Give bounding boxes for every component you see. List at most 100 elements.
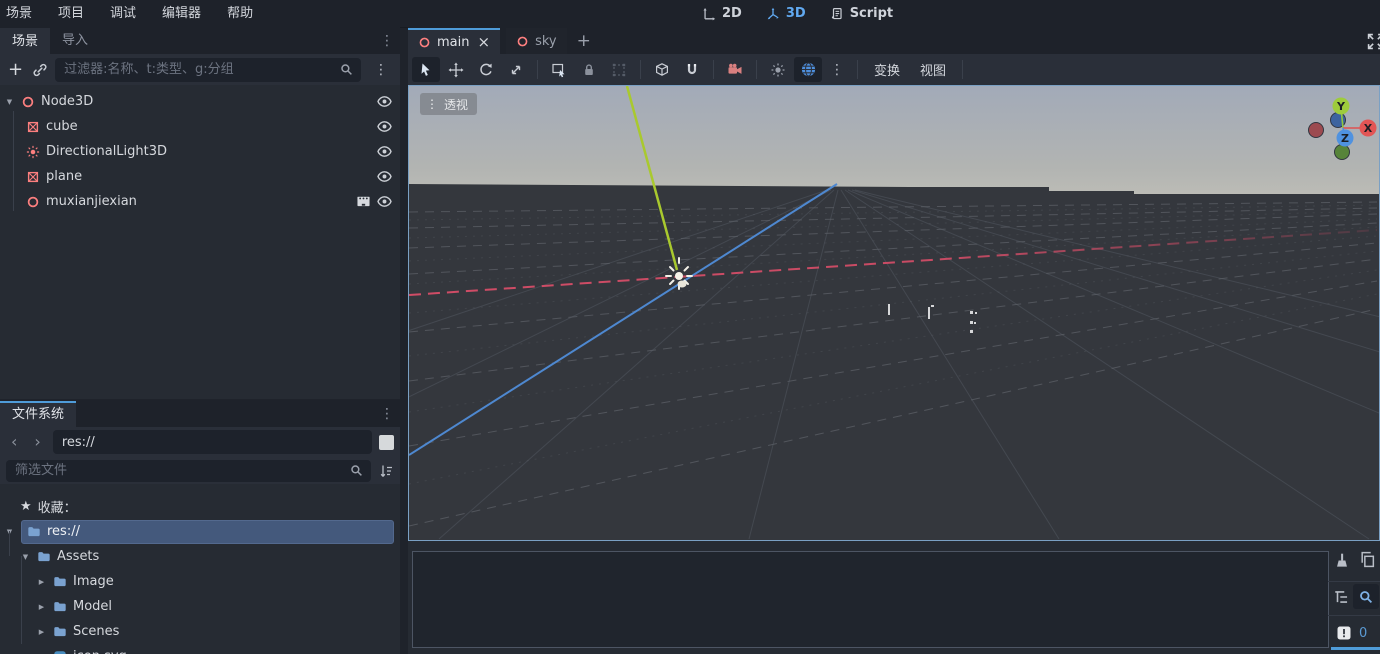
toggle-split-mode-button[interactable]: [379, 434, 394, 450]
filesystem-row[interactable]: ▶ Scenes: [0, 619, 400, 644]
menu-scene[interactable]: 场景: [0, 0, 45, 27]
scene-node-row[interactable]: plane: [0, 164, 400, 189]
axis-neg-x-ball[interactable]: [1308, 122, 1324, 138]
rotate-icon: [480, 63, 492, 75]
search-icon: [341, 64, 352, 75]
expand-icon: [1367, 33, 1380, 50]
viewport-3d-canvas[interactable]: Y X Z: [409, 86, 1379, 540]
collapse-arrow-icon[interactable]: ▶: [36, 628, 47, 636]
camera-preview-button[interactable]: [721, 57, 749, 82]
output-log-area[interactable]: [412, 551, 1329, 648]
environment-globe-icon: [801, 62, 815, 77]
favorites-header: ★ 收藏：: [0, 494, 400, 519]
menu-editor[interactable]: 编辑器: [149, 0, 214, 27]
scene-tab-sky[interactable]: sky: [506, 28, 567, 54]
node-label: DirectionalLight3D: [46, 144, 168, 159]
search-output-button[interactable]: [1353, 584, 1379, 609]
node3d-icon: [22, 96, 34, 107]
filesystem-row[interactable]: icon.svg: [0, 644, 400, 654]
close-tab-icon[interactable]: ×: [475, 33, 490, 51]
scene-dock-menu-icon[interactable]: ⋮: [374, 34, 400, 48]
file-filter-input[interactable]: [13, 462, 344, 479]
errors-counter-button[interactable]: 0: [1331, 621, 1380, 645]
current-path-field[interactable]: [59, 433, 365, 451]
filesystem-row[interactable]: ▶ Image: [0, 569, 400, 594]
projection-menu-button[interactable]: ⋮ 透视: [420, 93, 478, 115]
preview-sunlight-button[interactable]: [764, 57, 792, 82]
filesystem-tabbar: 文件系统 ⋮: [0, 400, 400, 427]
tab-scene[interactable]: 场景: [0, 28, 51, 54]
rotate-tool-button[interactable]: [472, 57, 500, 82]
scene-node-row[interactable]: DirectionalLight3D: [0, 139, 400, 164]
copy-output-button[interactable]: [1359, 551, 1377, 569]
view-menu[interactable]: 视图: [911, 60, 955, 79]
filesystem-dock-menu-icon[interactable]: ⋮: [374, 407, 400, 421]
visibility-eye-icon[interactable]: [377, 145, 392, 158]
godot-file-icon: [54, 651, 66, 654]
add-node-button[interactable]: +: [6, 60, 25, 79]
visibility-eye-icon[interactable]: [377, 95, 392, 108]
menu-debug[interactable]: 调试: [97, 0, 149, 27]
file-label: Model: [73, 599, 113, 614]
group-selected-button[interactable]: [605, 57, 633, 82]
scene-tab-main[interactable]: main ×: [408, 28, 501, 54]
tree-filter-icon: [1335, 591, 1348, 603]
mode-3d-label: 3D: [785, 6, 806, 21]
menu-project[interactable]: 项目: [45, 0, 97, 27]
new-scene-tab-button[interactable]: +: [567, 31, 601, 51]
filesystem-row-res[interactable]: ▼ res://: [0, 519, 400, 544]
axis-neg-y-ball[interactable]: [1334, 144, 1350, 160]
mode-2d-button[interactable]: 2D: [702, 6, 742, 21]
divider: [1328, 615, 1380, 616]
scene-node-row[interactable]: muxianjiexian: [0, 189, 400, 214]
visibility-eye-icon[interactable]: [377, 120, 392, 133]
node-label: plane: [46, 169, 83, 184]
collapse-arrow-icon[interactable]: ▶: [36, 603, 47, 611]
lock-selected-button[interactable]: [575, 57, 603, 82]
transform-menu[interactable]: 变换: [865, 60, 909, 79]
mode-3d-button[interactable]: 3D: [766, 6, 806, 21]
mode-script-button[interactable]: Script: [830, 6, 893, 21]
expand-arrow-icon[interactable]: ▼: [4, 98, 15, 106]
clear-output-button[interactable]: [1333, 552, 1351, 570]
file-label: icon.svg: [73, 649, 127, 654]
scene-filter-input[interactable]: [62, 61, 334, 78]
nav-back-icon[interactable]: ‹: [6, 434, 22, 450]
search-icon: [1360, 590, 1373, 603]
scene-node-row[interactable]: ▼ Node3D: [0, 89, 400, 114]
divider: [1328, 581, 1380, 582]
tab-import[interactable]: 导入: [50, 28, 100, 54]
filesystem-nav-row: ‹ ›: [0, 427, 400, 457]
scene-tree-options-icon[interactable]: ⋮: [368, 63, 394, 77]
distraction-free-button[interactable]: [1367, 33, 1380, 50]
scene-dock: 场景 导入 ⋮ + ⋮ ▼ Node3D: [0, 27, 400, 399]
folder-icon: [54, 577, 66, 587]
scene-instance-badge-icon[interactable]: [356, 195, 371, 208]
main-editor-area: main × sky + ⋮ 变换 视图 Y X Z ⋮ 透视 0: [408, 27, 1380, 654]
collapse-arrow-icon[interactable]: ▶: [36, 578, 47, 586]
collapse-tree-button[interactable]: [1333, 588, 1351, 606]
visibility-eye-icon[interactable]: [377, 170, 392, 183]
projection-dots-icon: ⋮: [426, 97, 438, 111]
filesystem-row[interactable]: ▼ Assets: [0, 544, 400, 569]
menu-help[interactable]: 帮助: [214, 0, 266, 27]
nav-forward-icon[interactable]: ›: [29, 434, 45, 450]
filesystem-dock: 文件系统 ⋮ ‹ › ★ 收藏： ▼: [0, 400, 400, 654]
snap-toggle-button[interactable]: [678, 57, 706, 82]
sort-files-icon[interactable]: [378, 463, 394, 479]
scale-tool-button[interactable]: [502, 57, 530, 82]
instance-scene-link-icon[interactable]: [32, 62, 48, 78]
visibility-eye-icon[interactable]: [377, 195, 392, 208]
filesystem-row[interactable]: ▶ Model: [0, 594, 400, 619]
list-select-button[interactable]: [545, 57, 573, 82]
node-label: muxianjiexian: [46, 194, 137, 209]
tab-filesystem[interactable]: 文件系统: [0, 401, 77, 427]
local-space-button[interactable]: [648, 57, 676, 82]
view-options-icon[interactable]: ⋮: [824, 63, 850, 77]
move-tool-button[interactable]: [442, 57, 470, 82]
viewport-3d[interactable]: Y X Z ⋮ 透视: [408, 85, 1380, 541]
file-label: Image: [73, 574, 114, 589]
scene-node-row[interactable]: cube: [0, 114, 400, 139]
select-tool-button[interactable]: [412, 57, 440, 82]
preview-environment-button[interactable]: [794, 57, 822, 82]
